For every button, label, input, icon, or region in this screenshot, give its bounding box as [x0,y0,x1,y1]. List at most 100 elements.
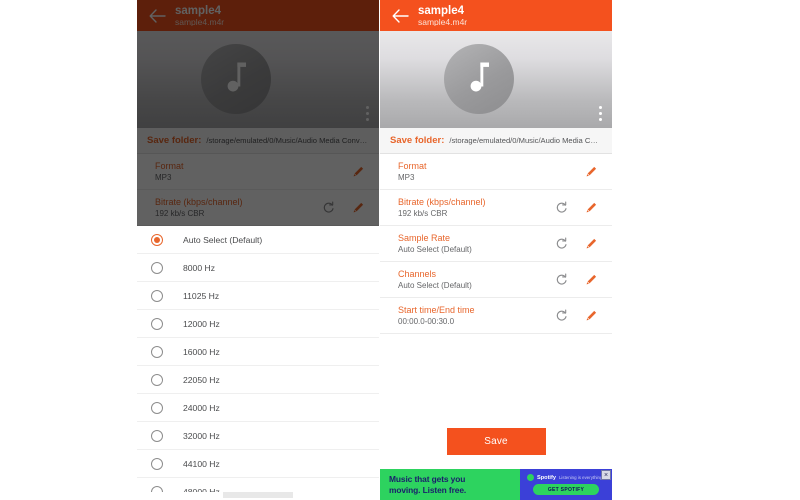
settings-row-value: MP3 [155,173,172,182]
reset-icon[interactable] [321,201,335,215]
list-item[interactable]: 32000 Hz [137,422,379,450]
settings-row[interactable]: Bitrate (kbps/channel) 192 kb/s CBR [137,190,379,226]
save-folder-path: /storage/emulated/0/Music/Audio Media Co… [206,136,369,145]
save-button-area: Save [380,418,612,469]
save-folder-path: /storage/emulated/0/Music/Audio Media Co… [449,136,602,145]
list-item-label: Auto Select (Default) [183,234,263,245]
artwork-circle [444,44,514,114]
page-title: sample4 [175,4,222,17]
screenshot-stage: sample4 sample4.m4r Save folder: /storag… [0,0,800,500]
edit-pencil-icon[interactable] [584,273,598,287]
settings-row-label: Start time/End time [398,305,475,315]
settings-list-right: Format MP3 Bitrate (kbps/channel) 192 kb… [380,154,612,334]
music-note-icon [464,60,494,99]
radio-button[interactable] [151,457,163,470]
list-item-label: 22050 Hz [183,374,220,385]
music-note-icon [221,60,251,99]
reset-icon-placeholder [554,165,568,179]
list-item-label: 12000 Hz [183,318,220,329]
radio-button[interactable] [151,261,163,274]
list-item[interactable]: Auto Select (Default) [137,226,379,254]
radio-button[interactable] [151,317,163,330]
edit-pencil-icon[interactable] [584,201,598,215]
album-artwork [380,31,612,128]
ad-banner-brand-panel[interactable]: Spotify Listening is everything GET SPOT… [520,469,612,500]
radio-button[interactable] [151,401,163,414]
ad-brand-name: Spotify [537,474,556,481]
edit-pencil-icon[interactable] [351,165,365,179]
content-spacer [380,334,612,418]
save-folder-label: Save folder: [147,135,202,146]
save-folder-label: Save folder: [390,135,445,146]
list-item-label: 44100 Hz [183,458,220,469]
list-item[interactable]: 12000 Hz [137,310,379,338]
settings-row[interactable]: Format MP3 [137,154,379,190]
settings-row-label: Format [398,161,427,171]
save-button[interactable]: Save [446,428,546,455]
settings-row-label: Bitrate (kbps/channel) [155,197,243,207]
edit-pencil-icon[interactable] [584,237,598,251]
radio-button[interactable] [151,373,163,386]
settings-row-channels[interactable]: Channels Auto Select (Default) [380,262,612,298]
settings-row-label: Bitrate (kbps/channel) [398,197,486,207]
list-item[interactable]: 22050 Hz [137,366,379,394]
ad-brand: Spotify Listening is everything [527,474,602,481]
ad-brand-tagline: Listening is everything [558,475,603,480]
settings-row-label: Channels [398,269,437,279]
list-item-label: 24000 Hz [183,402,220,413]
settings-row-value: 192 kb/s CBR [398,209,448,218]
page-subtitle: sample4.m4r [175,16,225,27]
list-item-label: 8000 Hz [183,262,216,273]
overflow-menu-icon[interactable] [365,106,369,121]
list-item[interactable]: 44100 Hz [137,450,379,478]
settings-row-value: Auto Select (Default) [398,245,472,254]
save-folder-bar[interactable]: Save folder: /storage/emulated/0/Music/A… [380,128,612,154]
reset-icon[interactable] [554,201,568,215]
reset-icon[interactable] [554,309,568,323]
back-arrow-icon[interactable] [147,6,167,26]
settings-row-value: 00:00.0-00:30.0 [398,317,455,326]
radio-button[interactable] [151,233,163,246]
radio-button[interactable] [151,429,163,442]
edit-pencil-icon[interactable] [351,201,365,215]
overflow-menu-icon[interactable] [598,106,602,121]
settings-list-left: Format MP3 Bitrate (kbps/channel) 192 kb… [137,154,379,226]
settings-row-value: MP3 [398,173,415,182]
dialog-bottom-edge [137,492,379,500]
settings-row-bitrate[interactable]: Bitrate (kbps/channel) 192 kb/s CBR [380,190,612,226]
artwork-circle [201,44,271,114]
ad-headline-line-1: Music that gets you [389,474,466,485]
close-icon[interactable]: × [601,470,611,480]
edit-pencil-icon[interactable] [584,309,598,323]
list-item-label: 16000 Hz [183,346,220,357]
list-item[interactable]: 8000 Hz [137,254,379,282]
reset-icon[interactable] [554,273,568,287]
ad-cta-button[interactable]: GET SPOTIFY [533,484,599,495]
edit-pencil-icon[interactable] [584,165,598,179]
list-item[interactable]: 48000 Hz [137,478,379,492]
list-item-label: 11025 Hz [183,290,220,301]
settings-row-format[interactable]: Format MP3 [380,154,612,190]
settings-row-start-end-time[interactable]: Start time/End time 00:00.0-00:30.0 [380,298,612,334]
spotify-logo-icon [527,474,534,481]
app-bar: sample4 sample4.m4r [137,0,379,31]
save-folder-bar[interactable]: Save folder: /storage/emulated/0/Music/A… [137,128,379,154]
settings-row-sample-rate[interactable]: Sample Rate Auto Select (Default) [380,226,612,262]
left-phone-screen: sample4 sample4.m4r Save folder: /storag… [137,0,379,500]
list-item[interactable]: 24000 Hz [137,394,379,422]
sample-rate-dialog-left: Auto Select (Default) 8000 Hz 11025 Hz 1… [137,226,379,492]
ad-banner-copy[interactable]: Music that gets you moving. Listen free. [380,469,520,500]
back-arrow-icon[interactable] [390,6,410,26]
reset-icon[interactable] [554,237,568,251]
page-subtitle: sample4.m4r [418,16,468,27]
radio-button[interactable] [151,289,163,302]
app-bar-titles: sample4 sample4.m4r [175,5,224,27]
app-bar-titles: sample4 sample4.m4r [418,5,467,27]
album-artwork [137,31,379,128]
radio-button[interactable] [151,345,163,358]
ad-banner[interactable]: Music that gets you moving. Listen free.… [380,469,612,500]
page-title: sample4 [418,4,465,17]
list-item[interactable]: 16000 Hz [137,338,379,366]
list-item[interactable]: 11025 Hz [137,282,379,310]
settings-row-value: Auto Select (Default) [398,281,472,290]
